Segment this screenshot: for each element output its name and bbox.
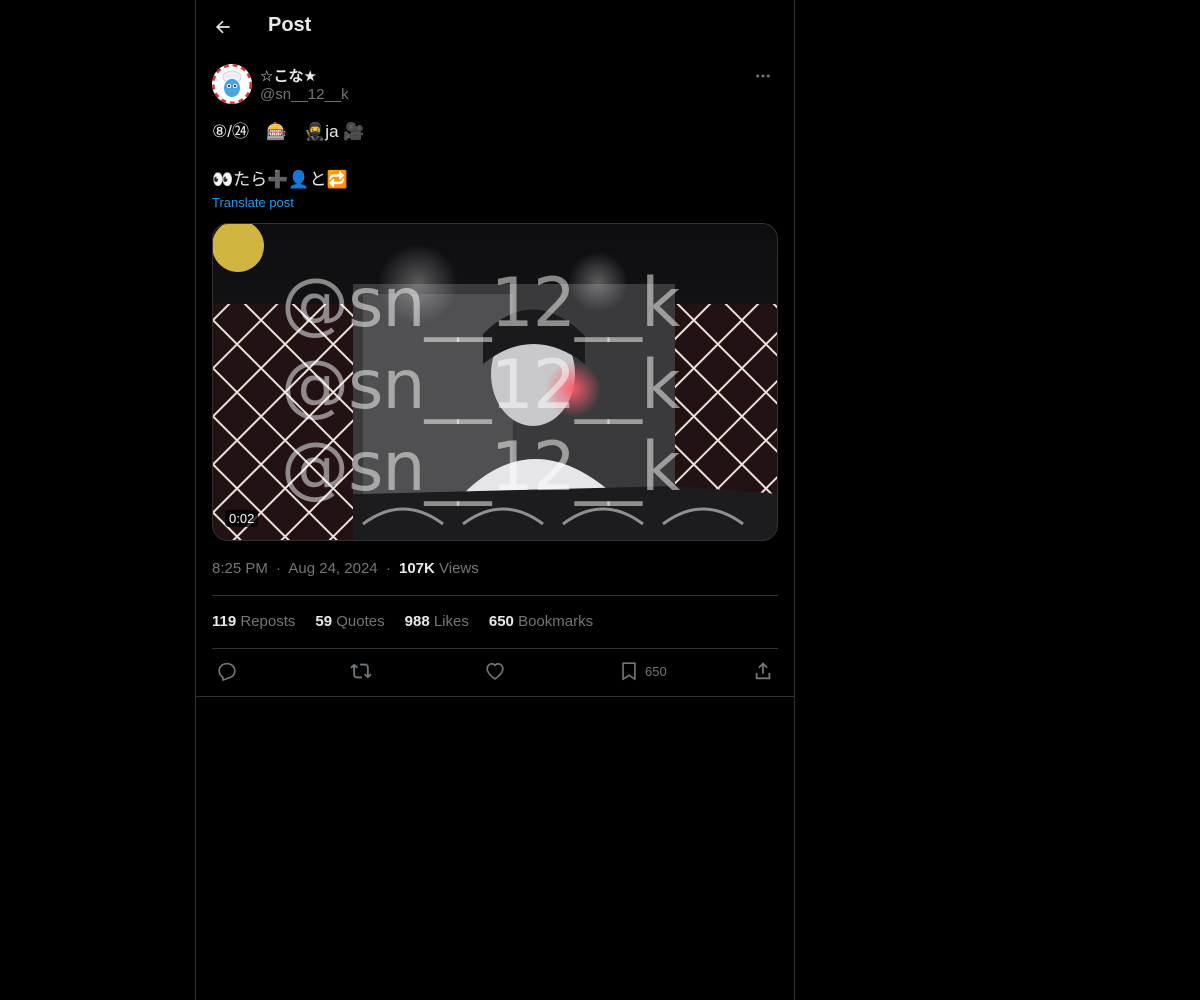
more-options-button[interactable]: [748, 64, 778, 88]
video-player[interactable]: @sn__12__k @sn__12__k @sn__12__k 0:02: [212, 223, 778, 541]
watermark-line-1: @sn__12__k: [281, 264, 680, 343]
post-meta: 8:25 PM · Aug 24, 2024 · 107K Views: [212, 560, 479, 577]
avatar[interactable]: [212, 64, 252, 104]
arrow-left-icon: [215, 20, 230, 34]
post-column: Post ☆こな★ @sn__12__k ⑧/㉔ 🎰 🥷ja 🎥 👀たら➕👤と🔁…: [195, 0, 795, 1000]
page-title: Post: [268, 14, 312, 36]
divider: [196, 696, 794, 697]
more-horizontal-icon: [756, 74, 770, 78]
likes-stat[interactable]: 988 Likes: [405, 613, 469, 630]
likes-count: 988: [404, 613, 430, 630]
bookmarks-label: Bookmarks: [518, 613, 594, 630]
quotes-label: Quotes: [336, 613, 385, 630]
bookmark-count: 650: [645, 663, 667, 679]
post-text: ⑧/㉔ 🎰 🥷ja 🎥 👀たら➕👤と🔁: [212, 122, 365, 189]
heart-icon: [486, 663, 504, 680]
repost-button[interactable]: [350, 660, 372, 682]
like-button[interactable]: [484, 660, 506, 682]
share-icon: [755, 662, 771, 680]
post-time[interactable]: 8:25 PM: [212, 560, 268, 577]
quotes-count: 59: [315, 613, 333, 630]
likes-label: Likes: [433, 613, 469, 630]
reposts-stat[interactable]: 119 Reposts: [212, 613, 295, 630]
engagement-stats: 119 Reposts 59 Quotes 988 Likes 650 Book…: [212, 613, 593, 630]
user-handle[interactable]: @sn__12__k: [260, 86, 349, 103]
bookmarks-stat[interactable]: 650 Bookmarks: [489, 613, 593, 630]
post-actions: 650: [212, 658, 778, 688]
divider: [212, 595, 778, 596]
bookmark-button[interactable]: 650: [618, 660, 667, 682]
reposts-label: Reposts: [240, 613, 296, 630]
reposts-count: 119: [212, 613, 237, 630]
quotes-stat[interactable]: 59 Quotes: [315, 613, 384, 630]
divider: [212, 648, 778, 649]
author-row: ☆こな★ @sn__12__k: [212, 64, 778, 108]
bookmarks-count: 650: [488, 613, 514, 630]
reply-icon: [218, 662, 236, 681]
display-name[interactable]: ☆こな★: [260, 65, 317, 86]
translate-post-link[interactable]: Translate post: [212, 195, 294, 210]
video-duration-badge: 0:02: [225, 510, 259, 527]
watermark-line-2: @sn__12__k: [281, 346, 680, 425]
share-button[interactable]: [752, 660, 774, 682]
repost-icon: [350, 663, 372, 679]
watermark-line-3: @sn__12__k: [281, 428, 680, 507]
meta-separator: ·: [385, 560, 391, 577]
views-label: Views: [439, 560, 479, 577]
bookmark-icon: [622, 662, 636, 681]
post-date[interactable]: Aug 24, 2024: [288, 560, 377, 577]
views-count: 107K: [398, 560, 435, 577]
reply-button[interactable]: [216, 660, 238, 682]
back-button[interactable]: [206, 10, 240, 44]
avatar-image: [212, 64, 252, 104]
post-header: Post: [196, 0, 794, 54]
meta-separator: ·: [276, 560, 282, 577]
